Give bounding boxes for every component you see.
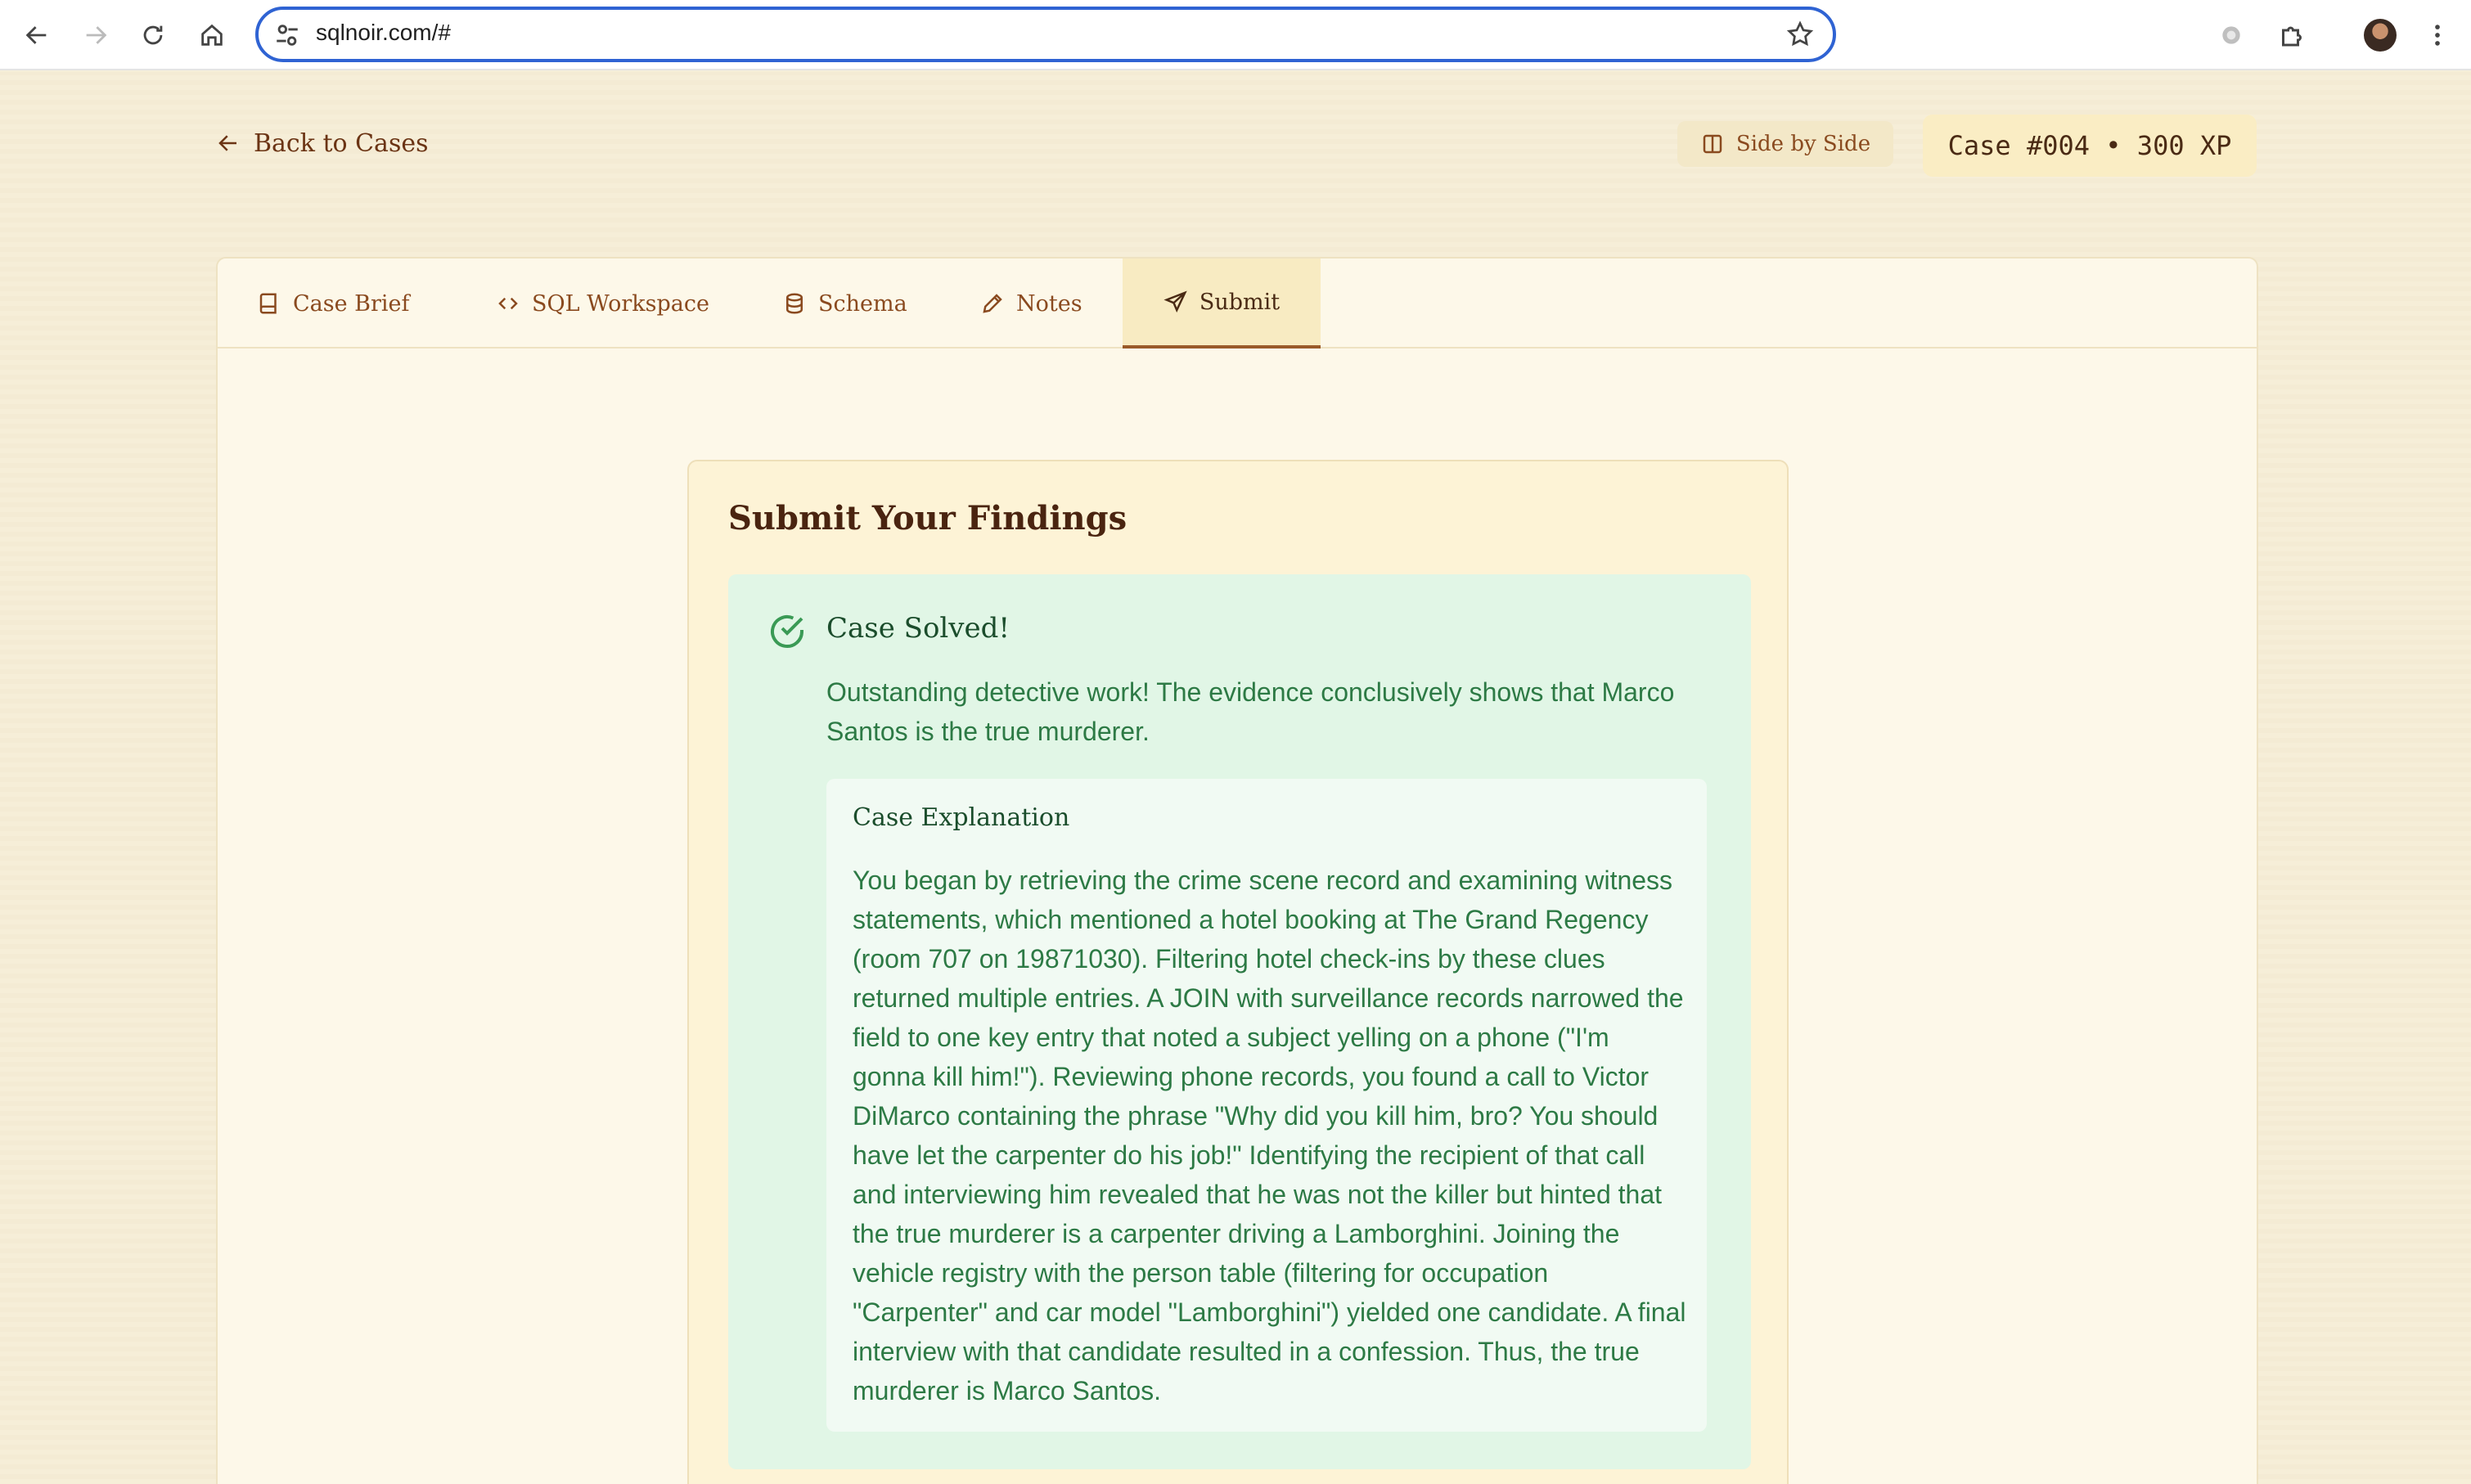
case-explanation-title: Case Explanation xyxy=(853,803,1070,832)
home-icon xyxy=(201,24,223,46)
tab-notes[interactable]: Notes xyxy=(980,259,1082,349)
tab-schema[interactable]: Schema xyxy=(782,259,907,349)
book-icon xyxy=(259,293,277,314)
arrow-left-icon xyxy=(218,135,236,151)
site-settings-icon[interactable] xyxy=(273,21,301,49)
case-card: Case Brief SQL Workspace Schema Notes Su… xyxy=(216,257,2258,1484)
avatar xyxy=(2364,19,2397,52)
back-label: Back to Cases xyxy=(254,128,429,158)
puzzle-icon xyxy=(2282,26,2302,47)
arrow-right-icon xyxy=(86,26,107,44)
tab-label: Schema xyxy=(818,290,907,317)
case-solved-message: Outstanding detective work! The evidence… xyxy=(826,677,1675,746)
send-icon xyxy=(1163,290,1187,313)
case-solved-alert: Case Solved! Outstanding detective work!… xyxy=(728,574,1751,1469)
profile-button[interactable] xyxy=(2360,15,2401,56)
back-to-cases-link[interactable]: Back to Cases xyxy=(216,123,429,164)
check-circle-icon xyxy=(771,615,803,648)
arrow-left-icon xyxy=(25,26,47,44)
browser-menu-button[interactable] xyxy=(2417,15,2458,56)
tab-label: Notes xyxy=(1016,290,1082,317)
database-icon xyxy=(786,293,803,314)
extensions-menu-button[interactable] xyxy=(2271,15,2312,56)
bookmark-star-icon[interactable] xyxy=(1785,20,1815,49)
columns-icon xyxy=(1703,134,1722,154)
tab-label: SQL Workspace xyxy=(532,290,709,317)
page-content: Back to Cases Side by Side Case #004 • 3… xyxy=(0,72,2471,1484)
forward-nav-button[interactable] xyxy=(75,15,116,56)
extension-button[interactable] xyxy=(2211,15,2252,56)
extension-circle-icon xyxy=(2222,26,2240,44)
side-by-side-label: Side by Side xyxy=(1735,132,1871,156)
tab-label: Submit xyxy=(1199,289,1281,315)
submit-panel: Submit Your Findings Case Solved! Outsta… xyxy=(687,460,1789,1484)
tab-bar: Case Brief SQL Workspace Schema Notes Su… xyxy=(218,259,2257,349)
tab-label: Case Brief xyxy=(293,290,410,317)
code-icon xyxy=(498,297,518,310)
pencil-icon xyxy=(983,294,1002,313)
url-text: sqlnoir.com/# xyxy=(316,20,451,45)
browser-toolbar: sqlnoir.com/# xyxy=(0,0,2471,70)
address-bar[interactable]: sqlnoir.com/# xyxy=(255,7,1836,62)
back-nav-button[interactable] xyxy=(16,15,57,56)
reload-icon xyxy=(143,25,163,45)
tab-sql-workspace[interactable]: SQL Workspace xyxy=(496,259,709,349)
case-solved-title: Case Solved! xyxy=(826,612,1010,645)
kebab-menu-icon xyxy=(2435,25,2440,46)
side-by-side-button[interactable]: Side by Side xyxy=(1677,121,1893,167)
reload-button[interactable] xyxy=(133,15,173,56)
case-explanation-box: Case Explanation You began by retrieving… xyxy=(826,779,1707,1432)
panel-title: Submit Your Findings xyxy=(728,499,1127,537)
case-explanation-text: You began by retrieving the crime scene … xyxy=(853,866,1686,1405)
case-badge: Case #004 • 300 XP xyxy=(1923,115,2257,177)
home-button[interactable] xyxy=(191,15,232,56)
tab-case-brief[interactable]: Case Brief xyxy=(257,259,410,349)
tab-submit[interactable]: Submit xyxy=(1123,259,1321,349)
